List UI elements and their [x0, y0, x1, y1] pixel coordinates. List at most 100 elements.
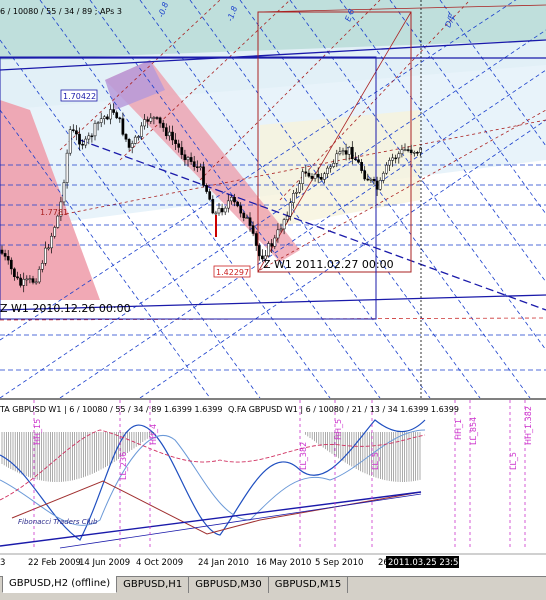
mid-price-label: 1.7781 [40, 208, 68, 217]
candle-body [341, 150, 345, 153]
price-chart[interactable]: 1.70422 1.42297 Z W1 2010.12.26 00:00 Z … [0, 0, 546, 576]
candle-body [226, 200, 230, 209]
tab-gbpusd-h2[interactable]: GBPUSD,H2 (offline) [2, 576, 118, 593]
candle-body [381, 172, 385, 181]
svg-text:HH_15: HH_15 [33, 419, 42, 445]
candle-body [137, 136, 140, 138]
candle-body [75, 130, 78, 135]
candle-body [152, 117, 156, 119]
candle-body [412, 152, 416, 154]
candle-body [375, 180, 379, 190]
candle-body [344, 150, 348, 155]
candle-body [177, 143, 181, 148]
candle-body [155, 117, 159, 119]
candle-body [3, 253, 7, 257]
candle-body [87, 135, 91, 140]
left-zone-label: Z W1 2010.12.26 00:00 [0, 302, 131, 315]
svg-text:5 Sep 2010: 5 Sep 2010 [315, 558, 363, 568]
candle-body [236, 201, 239, 207]
candle-body [270, 243, 274, 247]
candle-body [78, 133, 81, 145]
low-price-box[interactable]: 1.42297 [213, 265, 251, 278]
svg-text:14 Jun 2009: 14 Jun 2009 [79, 558, 130, 568]
candle-body [127, 139, 131, 148]
candle-body [257, 245, 261, 257]
candle-body [307, 172, 311, 177]
candle-body [391, 157, 394, 161]
candle-body [369, 179, 373, 181]
candle-body [149, 117, 153, 122]
candle-body [6, 256, 10, 261]
candle-body [378, 180, 382, 190]
candle-body [143, 119, 146, 127]
svg-text:HH_5: HH_5 [334, 419, 343, 440]
candle-body [28, 278, 32, 280]
candle-body [357, 159, 360, 163]
candle-body [388, 160, 391, 166]
low-price-label: 1.42297 [216, 268, 249, 277]
candle-body [295, 192, 298, 194]
candle-body [409, 149, 413, 154]
candle-body [202, 166, 205, 186]
high-price-label: 1.70422 [63, 92, 96, 101]
tab-gbpusd-h1[interactable]: GBPUSD,H1 [117, 577, 190, 593]
candle-body [394, 157, 398, 160]
svg-text:4 Oct 2009: 4 Oct 2009 [136, 558, 183, 568]
svg-text:22 Feb 2009: 22 Feb 2009 [28, 558, 81, 568]
candle-body [326, 167, 329, 175]
candle-body [282, 219, 286, 230]
candle-body [233, 197, 236, 203]
cursor-time-label: 2011.03.25 23:59 [388, 558, 464, 568]
candle-body [251, 225, 255, 234]
candle-body [118, 117, 122, 120]
high-price-box[interactable]: 1.70422 [60, 89, 98, 102]
candle-body [403, 149, 407, 151]
right-zone-label: Z W1 2011.02.27 00:00 [263, 258, 394, 271]
candle-body [34, 281, 38, 284]
pane-separator[interactable] [0, 398, 546, 400]
svg-text:LL_854: LL_854 [469, 417, 478, 445]
candle-body [335, 153, 339, 164]
candle-body [99, 118, 103, 123]
candle-body [25, 278, 29, 281]
candle-body [93, 123, 97, 137]
candle-body [205, 185, 208, 192]
candle-body [285, 215, 289, 220]
candle-body [292, 193, 295, 203]
candle-body [0, 249, 4, 254]
candle-body [68, 129, 72, 154]
svg-text:LL_382: LL_382 [299, 442, 308, 470]
candle-body [360, 162, 363, 171]
candle-body [71, 129, 75, 131]
candle-body [84, 138, 88, 146]
candle-body [338, 151, 342, 155]
candle-body [316, 173, 320, 178]
svg-text:LL_5: LL_5 [509, 452, 518, 470]
candle-body [332, 163, 336, 167]
candle-body [223, 207, 227, 213]
candle-body [40, 263, 44, 270]
candle-body [239, 205, 243, 214]
candle-body [354, 158, 357, 161]
candle-body [124, 134, 128, 140]
candle-body [44, 247, 47, 264]
candle-body [112, 109, 115, 113]
candle-body [133, 136, 137, 144]
candle-body [56, 215, 60, 228]
candle-body [189, 157, 193, 162]
watermark: Fibonacci Traders Club [18, 518, 98, 526]
candle-body [90, 135, 94, 138]
candle-body [416, 152, 419, 154]
candle-body [161, 122, 165, 128]
candle-body [192, 161, 196, 167]
candle-body [37, 269, 41, 283]
candle-body [323, 173, 326, 180]
candle-body [171, 131, 174, 141]
candle-body [164, 127, 168, 137]
candle-body [397, 153, 401, 159]
candle-body [115, 112, 119, 119]
tab-gbpusd-m15[interactable]: GBPUSD,M15 [268, 577, 349, 593]
tab-gbpusd-m30[interactable]: GBPUSD,M30 [189, 577, 269, 593]
candle-body [106, 116, 109, 120]
svg-text:3: 3 [0, 558, 5, 568]
